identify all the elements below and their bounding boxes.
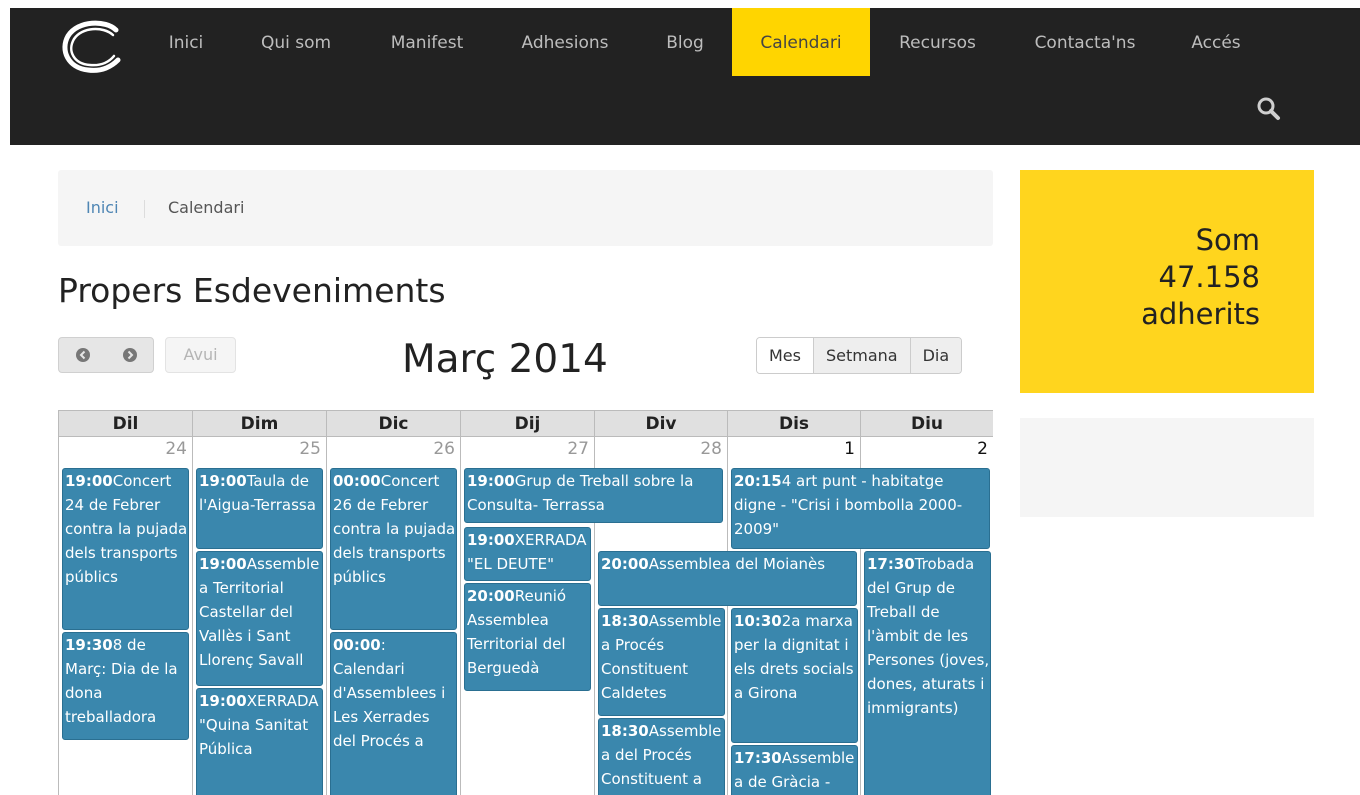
event-title: Assemblea del Moianès: [648, 555, 826, 573]
adherits-counter-box: Som 47.158 adherits: [1020, 170, 1314, 393]
month-title: Març 2014: [402, 337, 608, 382]
event-time: 19:00: [199, 472, 247, 490]
event-time: 20:15: [734, 472, 782, 490]
calendar-event[interactable]: 17:30Assemblea de Gràcia -: [731, 745, 858, 795]
day-number: 24: [165, 439, 187, 459]
event-time: 19:00: [467, 531, 515, 549]
view-switcher: Mes Setmana Dia: [756, 337, 963, 374]
next-month-button[interactable]: [106, 338, 153, 372]
sidebar-widget: [1020, 418, 1314, 517]
breadcrumb-current: Calendari: [168, 198, 245, 217]
event-time: 19:00: [199, 692, 247, 710]
event-time: 18:30: [601, 722, 649, 740]
top-navbar: Inici Qui som Manifest Adhesions Blog Ca…: [10, 8, 1360, 145]
breadcrumb-home-link[interactable]: Inici: [86, 198, 119, 217]
view-month-button[interactable]: Mes: [757, 338, 813, 373]
weekday-header: Dis: [728, 411, 861, 437]
prev-month-button[interactable]: [59, 338, 106, 372]
nav-item-manifest[interactable]: Manifest: [382, 8, 472, 76]
calendar-event[interactable]: 20:00Assemblea del Moianès: [598, 551, 857, 606]
nav-item-inici[interactable]: Inici: [160, 8, 212, 76]
weekday-header: Div: [595, 411, 728, 437]
event-time: 00:00: [333, 472, 381, 490]
day-number: 28: [700, 439, 722, 459]
event-time: 19:30: [65, 636, 113, 654]
day-number: 2: [977, 439, 988, 459]
calendar-event[interactable]: 19:00XERRADA "EL DEUTE": [464, 527, 591, 581]
chevron-left-icon: [75, 348, 90, 362]
event-time: 19:00: [65, 472, 113, 490]
calendar-event[interactable]: 20:00Reunió Assemblea Territorial del Be…: [464, 583, 591, 691]
chevron-right-icon: [122, 348, 137, 362]
view-week-button[interactable]: Setmana: [812, 338, 910, 373]
calendar-event[interactable]: 18:30Assemblea del Procés Constituent a: [598, 718, 725, 795]
event-time: 20:00: [467, 587, 515, 605]
event-time: 19:00: [199, 555, 247, 573]
weekday-header: Dic: [327, 411, 461, 437]
event-time: 00:00: [333, 636, 381, 654]
event-title: Trobada del Grup de Treball de l'àmbit d…: [867, 555, 990, 717]
breadcrumb-separator: [144, 200, 145, 218]
weekday-header: Dil: [59, 411, 193, 437]
nav-item-recursos[interactable]: Recursos: [890, 8, 985, 76]
event-time: 17:30: [867, 555, 915, 573]
weekday-header: Diu: [861, 411, 993, 437]
calendar-event[interactable]: 19:00Grup de Treball sobre la Consulta- …: [464, 468, 723, 523]
day-number: 27: [567, 439, 589, 459]
nav-item-blog[interactable]: Blog: [660, 8, 710, 76]
adherits-counter: Som 47.158 adherits: [1141, 222, 1260, 333]
nav-item-calendari[interactable]: Calendari: [732, 8, 870, 76]
calendar-event[interactable]: 10:302a marxa per la dignitat i els dret…: [731, 608, 858, 743]
calendar-event[interactable]: 20:154 art punt - habitatge digne - "Cri…: [731, 468, 990, 549]
calendar-event[interactable]: 19:308 de Març: Dia de la dona treballad…: [62, 632, 189, 740]
calendar-event[interactable]: 18:30Assemblea Procés Constituent Caldet…: [598, 608, 725, 716]
nav-item-adhesions[interactable]: Adhesions: [515, 8, 615, 76]
adherits-line-1: Som: [1195, 223, 1260, 257]
event-time: 19:00: [467, 472, 515, 490]
calendar-event[interactable]: 19:00Assemblea Territorial Castellar del…: [196, 551, 323, 686]
event-time: 17:30: [734, 749, 782, 767]
weekday-header: Dij: [461, 411, 595, 437]
adherits-count: 47.158: [1158, 260, 1260, 294]
day-number: 25: [299, 439, 321, 459]
calendar-event[interactable]: 19:00XERRADA "Quina Sanitat Pública: [196, 688, 323, 795]
calendar-nav-group: [58, 337, 154, 373]
calendar-event[interactable]: 00:00: Calendari d'Assemblees i Les Xerr…: [330, 632, 457, 795]
search-icon[interactable]: [1256, 96, 1282, 122]
calendar-grid: Dil Dim Dic Dij Div Dis Diu 24 25 26 27 …: [58, 410, 993, 795]
adherits-line-3: adherits: [1141, 297, 1260, 331]
nav-item-acces[interactable]: Accés: [1186, 8, 1246, 76]
view-day-button[interactable]: Dia: [909, 338, 962, 373]
nav-item-contactans[interactable]: Contacta'ns: [1026, 8, 1144, 76]
event-time: 20:00: [601, 555, 649, 573]
day-number: 1: [844, 439, 855, 459]
nav-item-qui-som[interactable]: Qui som: [254, 8, 338, 76]
event-time: 18:30: [601, 612, 649, 630]
event-time: 10:30: [734, 612, 782, 630]
calendar-event[interactable]: 19:00Concert 24 de Febrer contra la puja…: [62, 468, 189, 630]
calendar-event[interactable]: 19:00Taula de l'Aigua-Terrassa: [196, 468, 323, 549]
breadcrumb: Inici Calendari: [58, 170, 993, 246]
weekday-header: Dim: [193, 411, 327, 437]
calendar-header-row: Dil Dim Dic Dij Div Dis Diu: [59, 410, 993, 437]
logo-icon[interactable]: [58, 18, 128, 74]
calendar-event[interactable]: 17:30Trobada del Grup de Treball de l'àm…: [864, 551, 991, 795]
today-button[interactable]: Avui: [165, 337, 236, 373]
page-title: Propers Esdeveniments: [58, 271, 446, 310]
day-number: 26: [433, 439, 455, 459]
calendar-event[interactable]: 00:00Concert 26 de Febrer contra la puja…: [330, 468, 457, 630]
